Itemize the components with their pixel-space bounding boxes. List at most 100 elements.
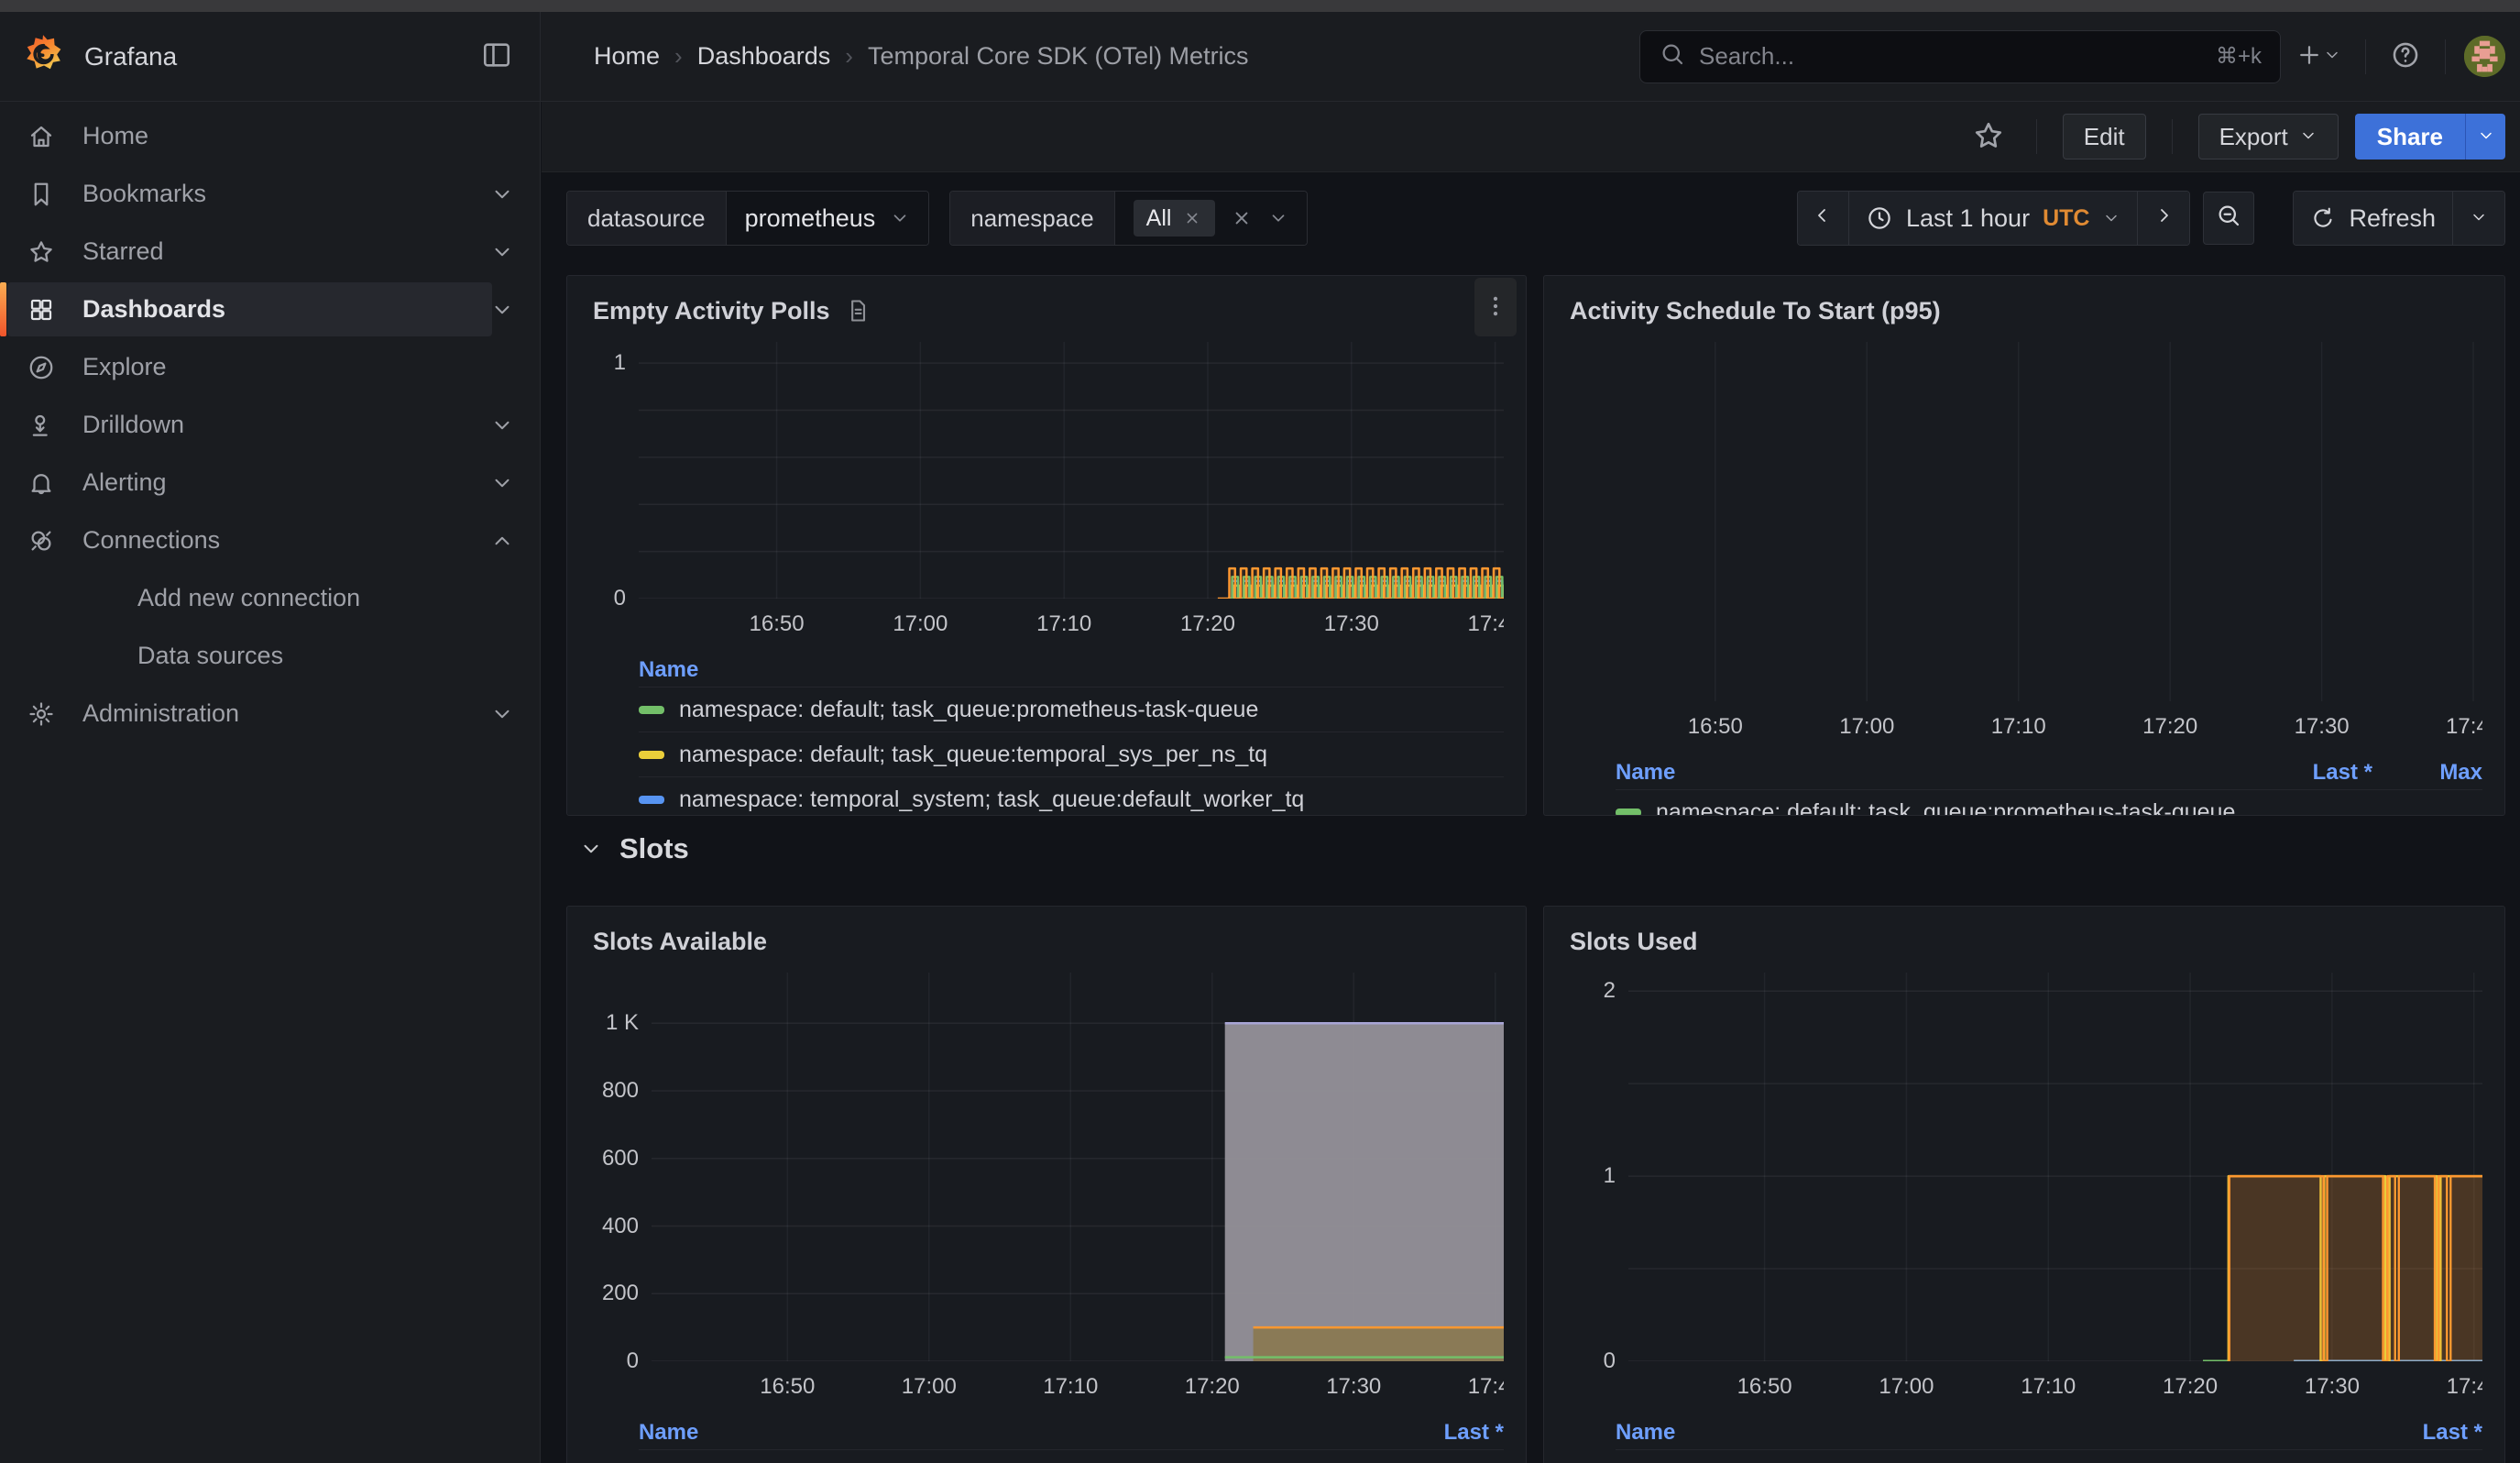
panel-title[interactable]: Activity Schedule To Start (p95) [1570, 297, 1941, 325]
legend-header: NameLast * [1616, 1416, 2482, 1449]
refresh-icon [2310, 205, 2336, 231]
legend-sort-name[interactable]: Name [1616, 1420, 2327, 1446]
breadcrumb-separator: › [674, 42, 683, 71]
panel-legend: NameLast *namespace: default; task_queue… [1570, 1416, 2482, 1463]
panel-title[interactable]: Empty Activity Polls [593, 297, 830, 325]
legend-item[interactable]: namespace: default; task_queue:temporal_… [639, 732, 1504, 776]
sidebar-item-connections[interactable]: Connections [0, 512, 540, 569]
panel-title[interactable]: Slots Used [1570, 928, 1698, 956]
sidebar-item-bookmarks[interactable]: Bookmarks [0, 165, 540, 223]
panel-description-icon[interactable] [845, 298, 871, 324]
sidebar-item-explore[interactable]: Explore [0, 338, 540, 396]
plot-area[interactable] [639, 342, 1504, 599]
legend-sort-max[interactable]: Max [2372, 760, 2482, 786]
edit-button[interactable]: Edit [2063, 114, 2146, 160]
time-shift-forward-button[interactable] [2138, 192, 2189, 245]
header-divider [2365, 39, 2366, 74]
legend-sort-name[interactable]: Name [639, 1420, 1348, 1446]
time-range-group: Last 1 hour UTC [1797, 191, 2190, 246]
avatar[interactable] [2464, 36, 2505, 77]
help-button[interactable] [2384, 34, 2427, 79]
sidebar-item-add-new-connection[interactable]: Add new connection [0, 569, 540, 627]
plot-area[interactable] [652, 973, 1504, 1361]
legend-sort-last[interactable]: Last * [1348, 1420, 1504, 1446]
compass-icon [27, 354, 55, 381]
close-icon[interactable] [1182, 208, 1202, 228]
sidebar-item-starred[interactable]: Starred [0, 223, 540, 280]
x-axis: 16:5017:0017:1017:2017:3017:40 [1570, 707, 2482, 743]
chevron-down-icon [890, 208, 910, 228]
namespace-select[interactable]: All [1115, 192, 1308, 245]
x-tick-label: 17:30 [1324, 611, 1379, 637]
x-tick-label: 17:30 [1326, 1374, 1381, 1400]
search-input[interactable]: Search... ⌘+k [1639, 30, 2281, 83]
legend-item[interactable]: namespace: default; task_queue:prometheu… [639, 688, 1504, 732]
legend-item[interactable]: namespace: default; task_queue:prometheu… [1616, 790, 2482, 816]
chevron-down-icon [2477, 126, 2495, 148]
x-tick-label: 17:00 [1879, 1374, 1934, 1400]
clear-selection-icon[interactable] [1230, 206, 1254, 230]
export-button[interactable]: Export [2198, 114, 2339, 160]
panel-empty-activity-polls: Empty Activity Polls 0116:5017:0017:1017… [566, 275, 1527, 816]
time-series-chart[interactable]: 01216:5017:0017:1017:2017:3017:40 [1570, 973, 2482, 1409]
x-tick-label: 17:20 [2142, 714, 2197, 740]
x-tick-label: 17:10 [1043, 1374, 1098, 1400]
section-slots-toggle[interactable]: Slots [579, 832, 689, 865]
sidebar-item-alerting[interactable]: Alerting [0, 454, 540, 512]
sidebar-item-data-sources[interactable]: Data sources [0, 627, 540, 685]
y-tick-label: 0 [614, 586, 626, 611]
chevron-down-icon [490, 240, 514, 264]
dock-menu-button[interactable] [476, 34, 518, 79]
share-button[interactable]: Share [2355, 114, 2465, 160]
new-button[interactable] [2290, 36, 2347, 77]
legend-sort-last[interactable]: Last * [2327, 1420, 2482, 1446]
datasource-select[interactable]: prometheus [727, 192, 929, 245]
search-icon [1659, 40, 1686, 72]
sidebar-item-dashboards[interactable]: Dashboards [0, 280, 540, 338]
legend-item[interactable]: namespace: default; task_queue:prometheu… [639, 1450, 1504, 1463]
drilldown-icon [27, 412, 55, 439]
breadcrumb-item-home[interactable]: Home [594, 42, 660, 71]
share-menu-button[interactable] [2465, 114, 2505, 160]
legend-header: NameLast * [639, 1416, 1504, 1449]
grafana-app: Grafana Home›Dashboards›Temporal Core SD… [0, 0, 2520, 1463]
bookmark-icon [27, 181, 55, 208]
zoom-out-button[interactable] [2203, 192, 2254, 245]
panel-menu-button[interactable] [1474, 278, 1517, 336]
legend-sort-name[interactable]: Name [639, 657, 1504, 683]
x-tick-label: 17:10 [1036, 611, 1091, 637]
time-controls: Last 1 hour UTC Refresh [1797, 191, 2505, 246]
legend-sort-name[interactable]: Name [1616, 760, 2217, 786]
sidebar-item-drilldown[interactable]: Drilldown [0, 396, 540, 454]
time-range-picker[interactable]: Last 1 hour UTC [1849, 192, 2138, 245]
sidebar-item-administration[interactable]: Administration [0, 685, 540, 742]
app-header: Grafana Home›Dashboards›Temporal Core SD… [0, 12, 2520, 102]
sidebar-item-home[interactable]: Home [0, 107, 540, 165]
refresh-button[interactable]: Refresh [2294, 192, 2453, 245]
chevron-down-icon [490, 298, 514, 322]
chevron-down-icon [490, 413, 514, 437]
time-shift-back-button[interactable] [1798, 192, 1849, 245]
x-axis: 16:5017:0017:1017:2017:3017:40 [1628, 1367, 2482, 1403]
time-series-chart[interactable]: 0116:5017:0017:1017:2017:3017:40 [593, 342, 1504, 646]
star-dashboard-button[interactable] [1967, 114, 2011, 160]
plot-area[interactable] [1570, 342, 2482, 701]
legend-sort-last[interactable]: Last * [2217, 760, 2372, 786]
plot-area[interactable] [1628, 973, 2482, 1361]
time-series-chart[interactable]: 16:5017:0017:1017:2017:3017:40 [1570, 342, 2482, 749]
panel-header: Slots Available [593, 921, 1504, 962]
namespace-chip-all[interactable]: All [1134, 200, 1216, 236]
header-brand-area: Grafana [0, 12, 541, 101]
time-series-chart[interactable]: 02004006008001 K16:5017:0017:1017:2017:3… [593, 973, 1504, 1409]
legend-item[interactable]: namespace: default; task_queue:prometheu… [1616, 1450, 2482, 1463]
namespace-variable: namespace All [949, 191, 1308, 246]
legend-item[interactable]: namespace: temporal_system; task_queue:d… [639, 777, 1504, 816]
panel-header: Activity Schedule To Start (p95) [1570, 291, 2482, 331]
panel-title[interactable]: Slots Available [593, 928, 767, 956]
apps-icon [27, 296, 55, 324]
x-tick-label: 17:00 [902, 1374, 957, 1400]
refresh-interval-button[interactable] [2453, 192, 2504, 245]
y-tick-label: 2 [1604, 978, 1616, 1004]
breadcrumb-item-dashboards[interactable]: Dashboards [697, 42, 831, 71]
grafana-logo[interactable] [22, 33, 64, 80]
